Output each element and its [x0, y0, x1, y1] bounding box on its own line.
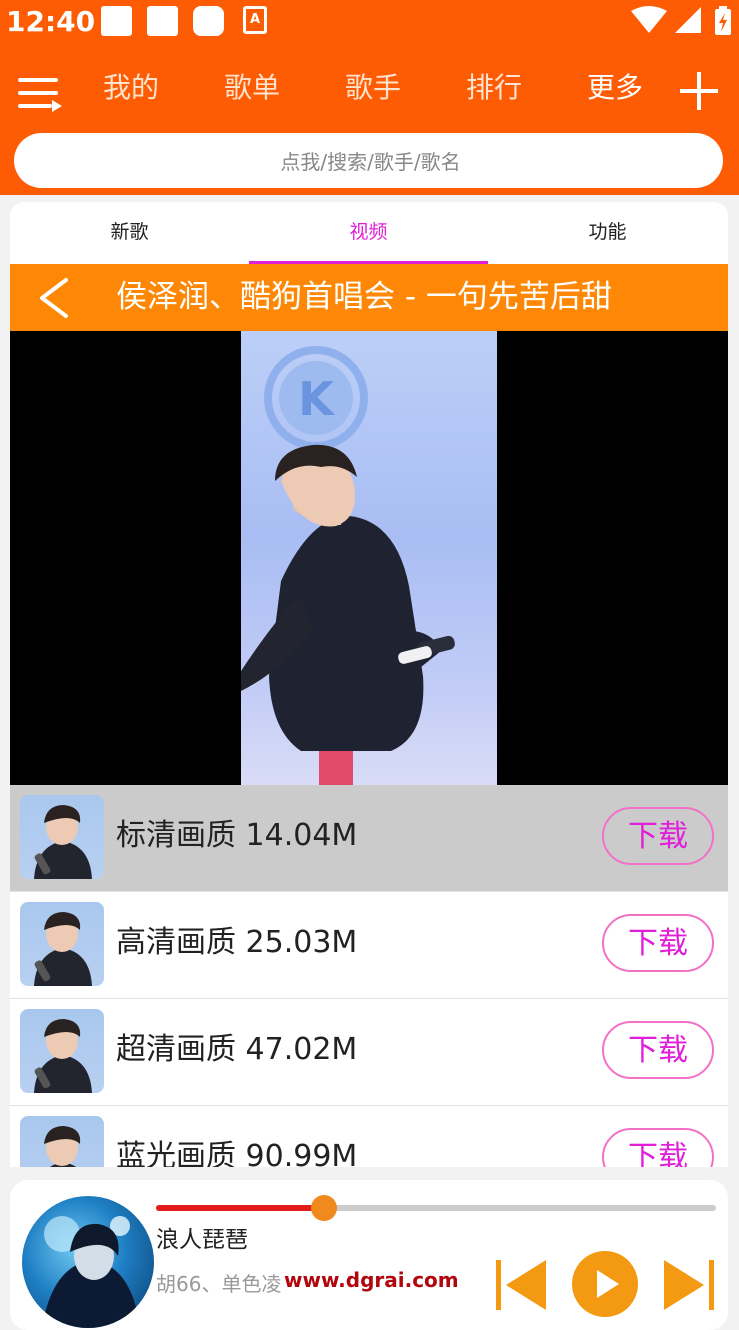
font-icon-letter: A: [249, 12, 261, 27]
square-notification-icon: [101, 6, 132, 36]
album-art[interactable]: [22, 1196, 154, 1328]
progress-bar[interactable]: [156, 1195, 716, 1221]
tab-features[interactable]: 功能: [488, 202, 727, 264]
nav-item-charts[interactable]: 排行: [466, 68, 522, 108]
quality-row-full-hd[interactable]: 超清画质 47.02M 下载: [10, 999, 728, 1106]
tab-new-songs[interactable]: 新歌: [10, 202, 249, 264]
square-notification-icon: [147, 6, 178, 36]
search-input[interactable]: [14, 133, 727, 190]
video-title-bar: 侯泽润、酷狗首唱会 - 一句先苦后甜: [10, 264, 728, 331]
video-frame: K: [241, 331, 497, 785]
quality-row-hd[interactable]: 高清画质 25.03M 下载: [10, 892, 728, 999]
tab-videos[interactable]: 视频: [249, 202, 488, 264]
download-button[interactable]: 下载: [602, 807, 714, 865]
thumbnail-image: [20, 1009, 104, 1093]
square-notification-icon: [193, 6, 224, 36]
song-artist: 胡66、单色凌: [156, 1272, 282, 1296]
quality-label: 标清画质 14.04M: [116, 818, 358, 853]
battery-charging-icon: [715, 6, 731, 35]
playlist-menu-icon[interactable]: [18, 76, 62, 112]
status-icons: [631, 6, 731, 35]
nav-item-singers[interactable]: 歌手: [345, 68, 401, 108]
quality-list: 标清画质 14.04M 下载 高清画质 25.03M 下载 超清画质 47.02…: [10, 785, 728, 1167]
k-logo: K: [264, 346, 368, 450]
content-tabs: 新歌 视频 功能: [10, 202, 728, 264]
search-bar[interactable]: [14, 133, 727, 190]
now-playing-bar: 浪人琵琶 胡66、单色凌 www.dgrai.com: [10, 1180, 728, 1330]
thumbnail-image: [20, 795, 104, 879]
song-title[interactable]: 浪人琵琶: [156, 1220, 248, 1254]
quality-row-bluray[interactable]: 蓝光画质 90.99M 下载: [10, 1106, 728, 1167]
play-icon[interactable]: [571, 1250, 639, 1318]
font-notification-icon: A: [243, 6, 267, 34]
thumbnail-image: [20, 1116, 104, 1167]
performer-image: K: [241, 346, 455, 785]
video-player[interactable]: K: [10, 331, 728, 785]
status-bar: 12:40 A: [0, 0, 739, 44]
previous-icon[interactable]: [494, 1258, 550, 1312]
chevron-left-icon[interactable]: [36, 278, 70, 318]
thumbnail-image: [20, 902, 104, 986]
quality-row-standard[interactable]: 标清画质 14.04M 下载: [10, 785, 728, 892]
download-button[interactable]: 下载: [602, 914, 714, 972]
video-title: 侯泽润、酷狗首唱会 - 一句先苦后甜: [116, 279, 612, 315]
quality-label: 高清画质 25.03M: [116, 925, 358, 960]
top-nav: 我的 歌单 歌手 排行 更多: [0, 58, 739, 120]
nav-item-mine[interactable]: 我的: [103, 68, 159, 108]
download-button[interactable]: 下载: [602, 1021, 714, 1079]
signal-icon: [675, 7, 701, 33]
wifi-icon: [631, 6, 667, 33]
progress-handle[interactable]: [311, 1195, 337, 1221]
nav-item-more[interactable]: 更多: [587, 68, 643, 108]
watermark-text: www.dgrai.com: [284, 1268, 459, 1292]
svg-text:K: K: [298, 372, 336, 426]
next-icon[interactable]: [660, 1258, 716, 1312]
plus-icon[interactable]: [678, 70, 720, 112]
quality-label: 蓝光画质 90.99M: [116, 1139, 358, 1167]
download-button[interactable]: 下载: [602, 1128, 714, 1167]
content-card: 新歌 视频 功能 侯泽润、酷狗首唱会 - 一句先苦后甜 K 标清画质 14.04…: [10, 202, 728, 1167]
app-header: 12:40 A 我的 歌单 歌手 排行 更多: [0, 0, 739, 195]
status-time: 12:40: [6, 5, 96, 38]
progress-fill: [156, 1205, 324, 1211]
nav-item-playlists[interactable]: 歌单: [224, 68, 280, 108]
quality-label: 超清画质 47.02M: [116, 1032, 358, 1067]
